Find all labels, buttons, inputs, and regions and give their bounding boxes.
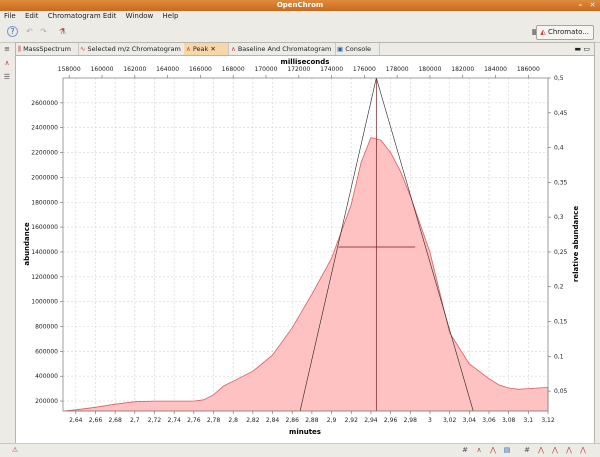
y2-tick-label: 0,05 <box>554 388 568 395</box>
chart-icon[interactable]: ▤ <box>502 445 512 455</box>
y-tick-label: 600000 <box>35 348 58 355</box>
x-axis-label: minutes <box>289 428 321 436</box>
x2-tick-label: 170000 <box>255 66 278 73</box>
y-tick-label: 1200000 <box>31 274 58 281</box>
y-tick-label: 2400000 <box>31 125 58 132</box>
chart-icon[interactable]: ⋀ <box>550 445 560 455</box>
x2-axis-ticks: 158000 160000 162000 164000 166000 168000 1700… <box>58 66 540 78</box>
x-tick-label: 2,7 <box>130 417 140 424</box>
x2-tick-label: 158000 <box>58 66 81 73</box>
x-tick-label: 2,84 <box>266 417 280 424</box>
x-axis-ticks: 2,64 2,66 2,68 2,7 2,72 2,74 2,76 2,78 2,8 2,82 2,… <box>69 411 555 424</box>
x-tick-label: 3,08 <box>502 417 516 424</box>
y-tick-label: 2600000 <box>31 100 58 107</box>
chart-icon[interactable]: ⋀ <box>578 445 588 455</box>
x2-tick-label: 182000 <box>451 66 474 73</box>
y-tick-label: 1400000 <box>31 249 58 256</box>
y2-tick-label: 0,25 <box>554 249 568 256</box>
x-tick-label: 2,76 <box>187 417 201 424</box>
y2-axis-ticks: 0,05 0,1 0,15 0,2 0,25 0,3 0,35 0,4 0,45 0,5 <box>548 75 568 395</box>
x-tick-label: 2,98 <box>404 417 418 424</box>
x2-tick-label: 164000 <box>156 66 179 73</box>
x-tick-label: 2,8 <box>228 417 238 424</box>
x-tick-label: 2,86 <box>286 417 300 424</box>
x2-tick-label: 162000 <box>123 66 146 73</box>
x-tick-label: 2,96 <box>384 417 398 424</box>
y-tick-label: 1800000 <box>31 199 58 206</box>
y-tick-label: 200000 <box>35 398 58 405</box>
y-tick-label: 800000 <box>35 324 58 331</box>
x-tick-label: 2,74 <box>167 417 181 424</box>
x-tick-label: 2,68 <box>108 417 122 424</box>
y2-tick-label: 0,35 <box>554 179 568 186</box>
x2-tick-label: 180000 <box>418 66 441 73</box>
x2-tick-label: 178000 <box>386 66 409 73</box>
x-tick-label: 3 <box>428 417 432 424</box>
x-tick-label: 2,9 <box>327 417 337 424</box>
x2-tick-label: 176000 <box>353 66 376 73</box>
chart-icon[interactable]: ⋀ <box>564 445 574 455</box>
y-tick-label: 400000 <box>35 373 58 380</box>
y2-tick-label: 0,5 <box>554 75 564 82</box>
y-axis-label: abundance <box>23 222 31 266</box>
y-tick-label: 1000000 <box>31 299 58 306</box>
x2-tick-label: 186000 <box>517 66 540 73</box>
y2-tick-label: 0,15 <box>554 319 568 326</box>
y2-tick-label: 0,3 <box>554 214 564 221</box>
x-tick-label: 2,72 <box>148 417 162 424</box>
x-tick-label: 2,92 <box>345 417 359 424</box>
x-tick-label: 2,88 <box>305 417 319 424</box>
y-tick-label: 2000000 <box>31 174 58 181</box>
status-bar: ⚠ # ∧ ⋀ ▤ # ⋀ ⋀ ⋀ ⋀ <box>0 443 600 457</box>
y2-tick-label: 0,2 <box>554 284 564 291</box>
x-tick-label: 3,1 <box>524 417 534 424</box>
error-icon[interactable]: ⚠ <box>10 445 20 455</box>
y2-tick-label: 0,1 <box>554 353 564 360</box>
chart-icon[interactable]: ⋀ <box>488 445 498 455</box>
x2-tick-label: 184000 <box>484 66 507 73</box>
x-tick-label: 2,82 <box>246 417 260 424</box>
x2-axis-label: milliseconds <box>281 58 330 66</box>
peak-chart: 2,64 2,66 2,68 2,7 2,72 2,74 2,76 2,78 2,8 2,82 2,… <box>23 58 580 436</box>
y-tick-label: 1600000 <box>31 224 58 231</box>
x2-tick-label: 166000 <box>189 66 212 73</box>
x-tick-label: 3,06 <box>482 417 496 424</box>
x2-tick-label: 160000 <box>91 66 114 73</box>
x-tick-label: 3,12 <box>541 417 555 424</box>
x-tick-label: 2,94 <box>364 417 378 424</box>
x-tick-label: 3,02 <box>443 417 457 424</box>
y2-axis-label: relative abundance <box>572 206 580 282</box>
y2-tick-label: 0,45 <box>554 110 568 117</box>
chart-icon[interactable]: ⋀ <box>536 445 546 455</box>
y2-tick-label: 0,4 <box>554 145 564 152</box>
x2-tick-label: 168000 <box>222 66 245 73</box>
x-tick-label: 2,66 <box>89 417 103 424</box>
y-tick-label: 2200000 <box>31 150 58 157</box>
hash-icon[interactable]: # <box>460 445 470 455</box>
y-axis-ticks: 200000 400000 600000 800000 1000000 1200000 14… <box>31 100 63 405</box>
peak-icon[interactable]: ∧ <box>474 445 484 455</box>
x2-tick-label: 172000 <box>287 66 310 73</box>
x-tick-label: 2,64 <box>69 417 83 424</box>
x-tick-label: 3,04 <box>463 417 477 424</box>
x2-tick-label: 174000 <box>320 66 343 73</box>
hash-icon[interactable]: # <box>522 445 532 455</box>
peak-area <box>62 137 549 412</box>
x-tick-label: 2,78 <box>207 417 221 424</box>
